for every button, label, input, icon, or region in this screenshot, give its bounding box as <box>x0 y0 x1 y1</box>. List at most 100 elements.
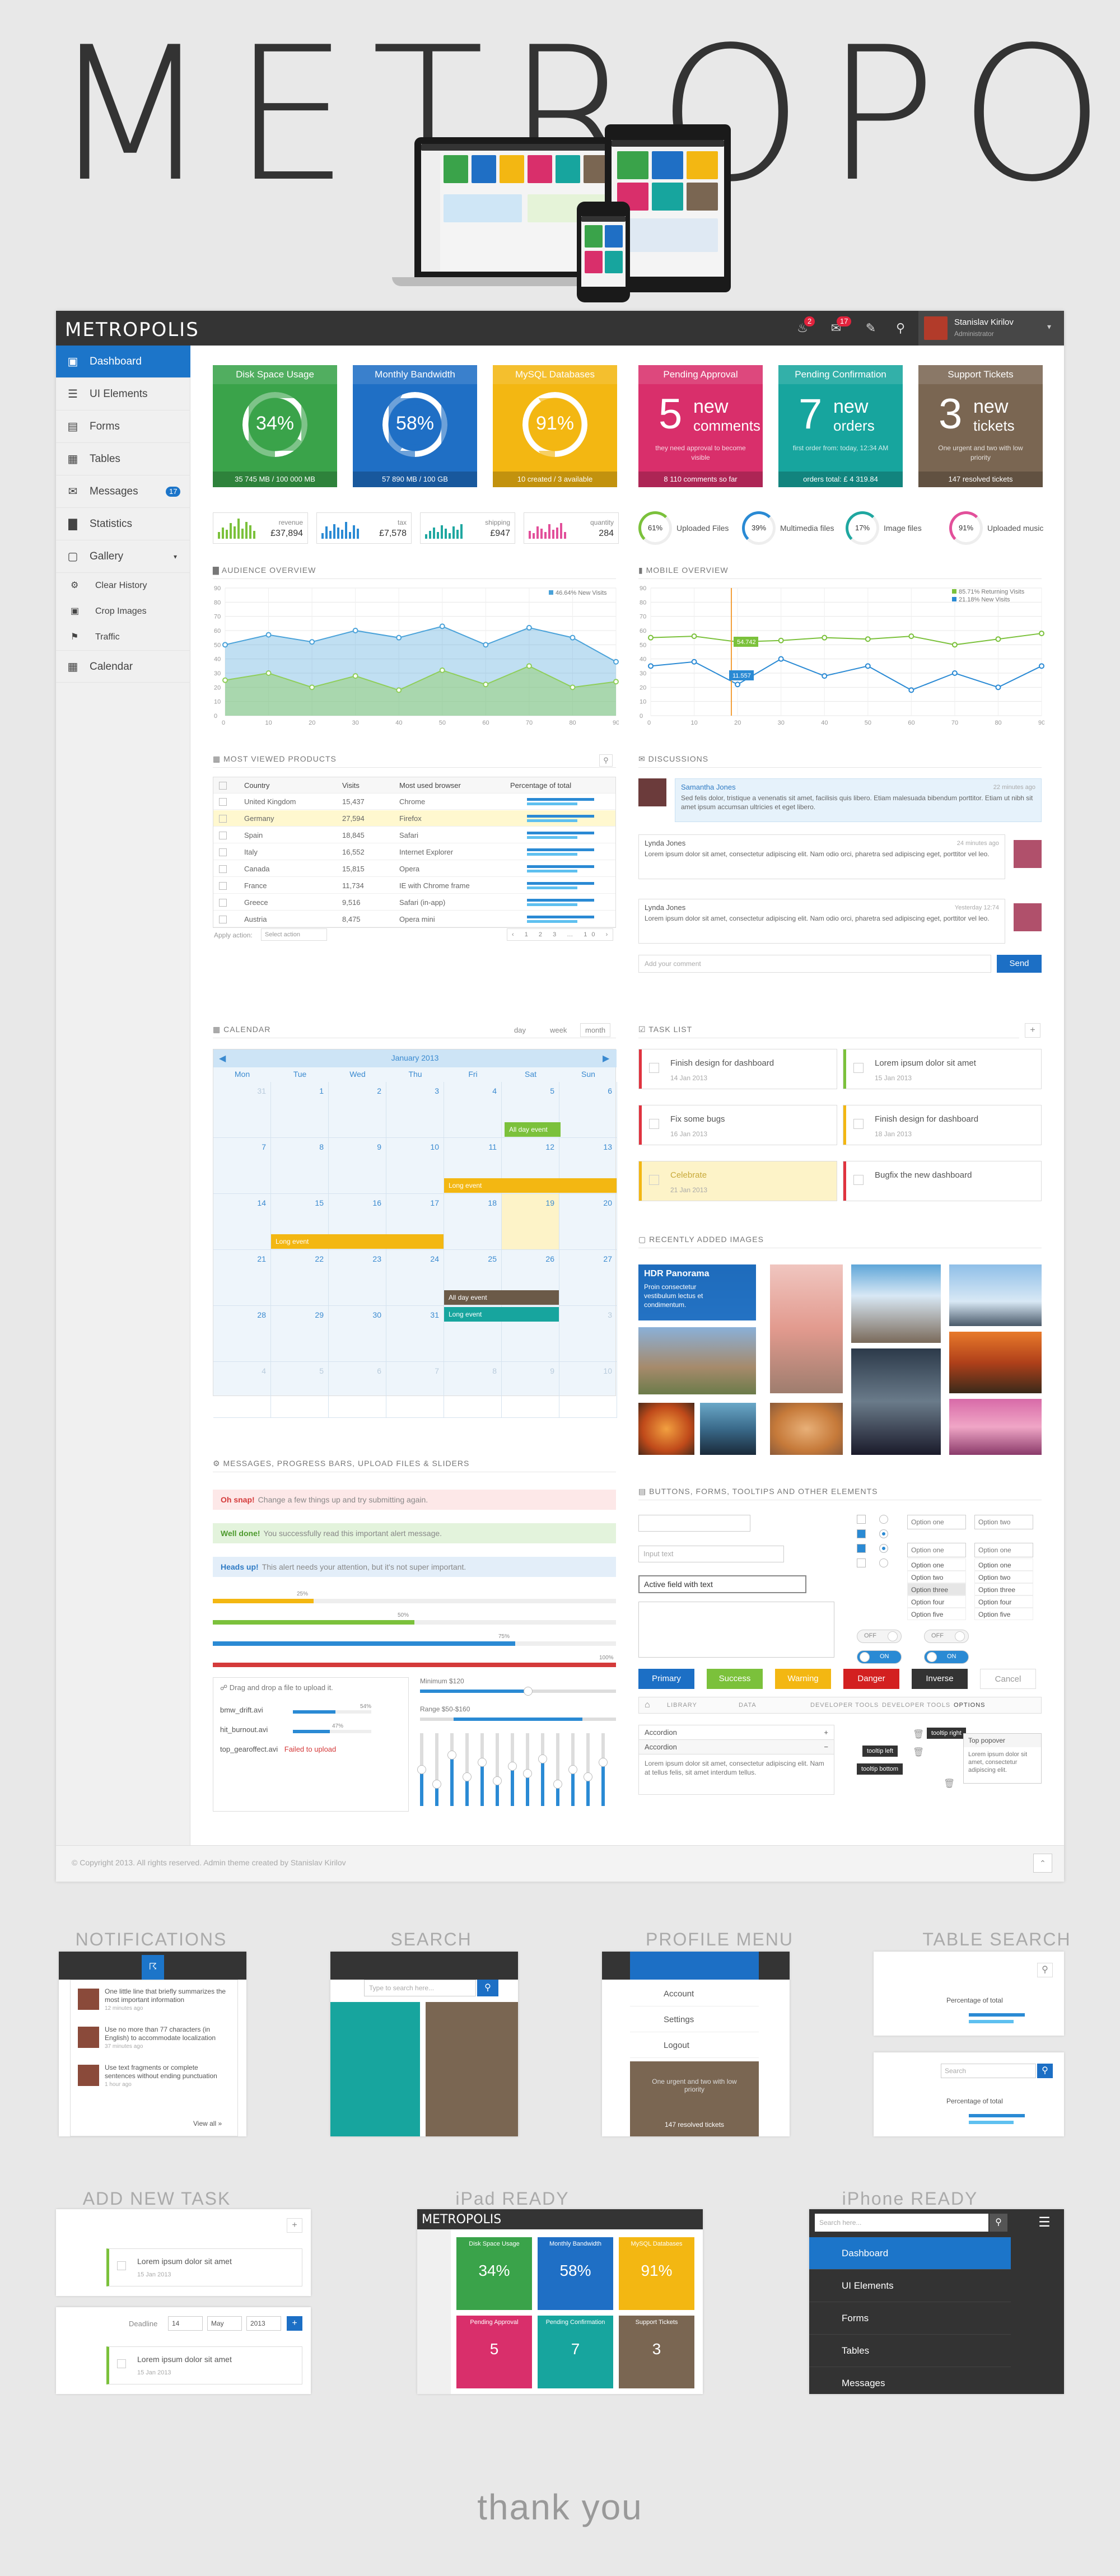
listbox-option[interactable]: Option five <box>974 1608 1033 1620</box>
task-checkbox[interactable] <box>117 2359 126 2368</box>
vertical-slider[interactable] <box>478 1733 487 1806</box>
calendar-event[interactable]: Long event <box>444 1178 617 1193</box>
data-point[interactable] <box>483 682 489 688</box>
active-field[interactable]: Active field with text <box>638 1575 806 1593</box>
search-input[interactable]: Type to search here... <box>364 1980 476 1996</box>
task-checkbox[interactable] <box>853 1119 864 1129</box>
data-point[interactable] <box>309 639 315 645</box>
task-item[interactable]: Lorem ipsum dolor sit amet 15 Jan 2013 <box>106 2346 302 2384</box>
sidebar-item-calendar[interactable]: ▦ Calendar <box>56 650 190 683</box>
row-checkbox[interactable] <box>219 865 227 873</box>
slider-handle[interactable] <box>584 1772 592 1781</box>
calendar-day[interactable]: 10 <box>559 1362 617 1418</box>
vertical-slider[interactable] <box>568 1733 577 1806</box>
data-point[interactable] <box>735 682 741 688</box>
calendar-day[interactable]: 19 <box>502 1194 559 1250</box>
calendar-day[interactable]: 4 <box>444 1082 502 1138</box>
task-item[interactable]: Lorem ipsum dolor sit amet 15 Jan 2013 <box>106 2248 302 2286</box>
calendar-day[interactable]: 5 <box>271 1362 329 1418</box>
search-icon[interactable]: ⚲ <box>892 320 909 337</box>
radio[interactable] <box>879 1515 888 1524</box>
data-point[interactable] <box>691 659 697 665</box>
add-task-button[interactable]: + <box>287 2218 302 2233</box>
stat-tile[interactable]: Support Tickets 3 new tickets One urgent and… <box>918 365 1043 487</box>
toggle-switch[interactable]: OFF <box>857 1630 902 1643</box>
gallery-image[interactable] <box>700 1403 756 1455</box>
data-point[interactable] <box>265 632 272 638</box>
data-point[interactable] <box>691 633 697 640</box>
data-point[interactable] <box>439 623 445 629</box>
vertical-slider[interactable] <box>538 1733 547 1806</box>
danger-button[interactable]: Danger <box>843 1669 899 1689</box>
calendar-event[interactable]: All day event <box>444 1290 559 1305</box>
listbox-option[interactable]: Option four <box>974 1595 1033 1608</box>
calendar-day[interactable]: 30 <box>329 1306 386 1362</box>
listbox-option[interactable]: Option three <box>974 1583 1033 1595</box>
stat-box[interactable]: shipping £947 <box>420 512 515 544</box>
task-item[interactable]: Lorem ipsum dolor sit amet 15 Jan 2013 <box>843 1049 1042 1089</box>
data-point[interactable] <box>613 659 619 665</box>
calendar-day[interactable]: 23 <box>329 1250 386 1306</box>
data-point[interactable] <box>908 687 914 693</box>
slider-handle[interactable] <box>599 1758 608 1767</box>
data-point[interactable] <box>822 673 828 679</box>
task-item[interactable]: Fix some bugs 16 Jan 2013 <box>638 1105 837 1145</box>
table-search-input[interactable]: Search <box>941 2064 1036 2078</box>
vertical-slider[interactable] <box>463 1733 472 1806</box>
stat-tile[interactable]: Pending Approval 5 new comments they need ap… <box>638 365 763 487</box>
notification-text[interactable]: Use no more than 77 characters (in Engli… <box>105 2026 228 2042</box>
profile-header[interactable] <box>630 1952 759 1980</box>
calendar-event[interactable]: Long event <box>444 1307 559 1322</box>
slider-handle[interactable] <box>447 1751 456 1760</box>
breadcrumb-item[interactable]: DEVELOPER TOOLS <box>882 1702 950 1709</box>
data-point[interactable] <box>908 633 914 640</box>
gallery-image[interactable] <box>851 1348 941 1455</box>
data-point[interactable] <box>1039 663 1044 669</box>
pagination[interactable]: ‹ 1 2 3 … 10 › <box>507 928 613 941</box>
data-point[interactable] <box>396 687 402 693</box>
search-button[interactable]: ⚲ <box>1037 2064 1053 2078</box>
discussion-author[interactable]: Samantha Jones <box>681 782 736 792</box>
trash-icon[interactable]: 🗑 <box>913 1729 924 1740</box>
send-button[interactable]: Send <box>997 955 1042 973</box>
data-point[interactable] <box>222 677 228 683</box>
profile-menu-item[interactable]: Logout <box>630 2033 759 2058</box>
sidebar-item-tables[interactable]: ▦ Tables <box>56 443 190 475</box>
vertical-slider[interactable] <box>417 1733 426 1806</box>
data-point[interactable] <box>570 634 576 641</box>
vertical-slider[interactable] <box>599 1733 608 1806</box>
calendar-event[interactable]: All day event <box>505 1122 561 1137</box>
search-icon[interactable]: ⚲ <box>1037 1963 1053 1977</box>
view-week[interactable]: week <box>550 1026 567 1034</box>
data-point[interactable] <box>613 679 619 685</box>
deadline-select[interactable]: 14 <box>168 2316 203 2331</box>
slider-handle[interactable] <box>478 1758 487 1767</box>
toggle-switch[interactable]: ON <box>857 1650 902 1664</box>
comment-input[interactable]: Add your comment <box>638 955 991 973</box>
calendar-day[interactable]: 6 <box>329 1362 386 1418</box>
calendar-day[interactable]: 2 <box>329 1082 386 1138</box>
row-checkbox[interactable] <box>219 916 227 923</box>
data-point[interactable] <box>951 642 958 648</box>
data-point[interactable] <box>526 624 532 631</box>
iphone-menu-item[interactable]: Dashboard <box>809 2237 1011 2270</box>
radio[interactable] <box>879 1558 888 1567</box>
col-browser[interactable]: Most used browser <box>399 777 461 794</box>
stat-box[interactable]: quantity 284 <box>524 512 619 544</box>
checkbox[interactable] <box>857 1529 866 1538</box>
calendar-day[interactable]: 4 <box>213 1362 271 1418</box>
sidebar-item-messages[interactable]: ✉ Messages 17 <box>56 475 190 508</box>
discussion-author[interactable]: Lynda Jones <box>645 838 685 848</box>
data-point[interactable] <box>570 684 576 690</box>
slider-handle[interactable] <box>538 1754 547 1763</box>
accordion-header[interactable]: Accordion + <box>639 1725 834 1740</box>
discussion-author[interactable]: Lynda Jones <box>645 903 685 913</box>
action-select[interactable]: Select action <box>261 928 327 941</box>
search-button[interactable]: ⚲ <box>990 2214 1007 2232</box>
profile-menu-toggle[interactable]: Stanislav Kirilov Administrator ▾ <box>918 311 1064 346</box>
view-day[interactable]: day <box>514 1026 526 1034</box>
stat-box[interactable]: revenue £37,894 <box>213 512 308 544</box>
slider-handle[interactable] <box>493 1776 502 1785</box>
stat-tile[interactable]: MySQL Databases 91% 10 created / 3 availab… <box>493 365 617 487</box>
calendar-day[interactable]: 6 <box>559 1082 617 1138</box>
